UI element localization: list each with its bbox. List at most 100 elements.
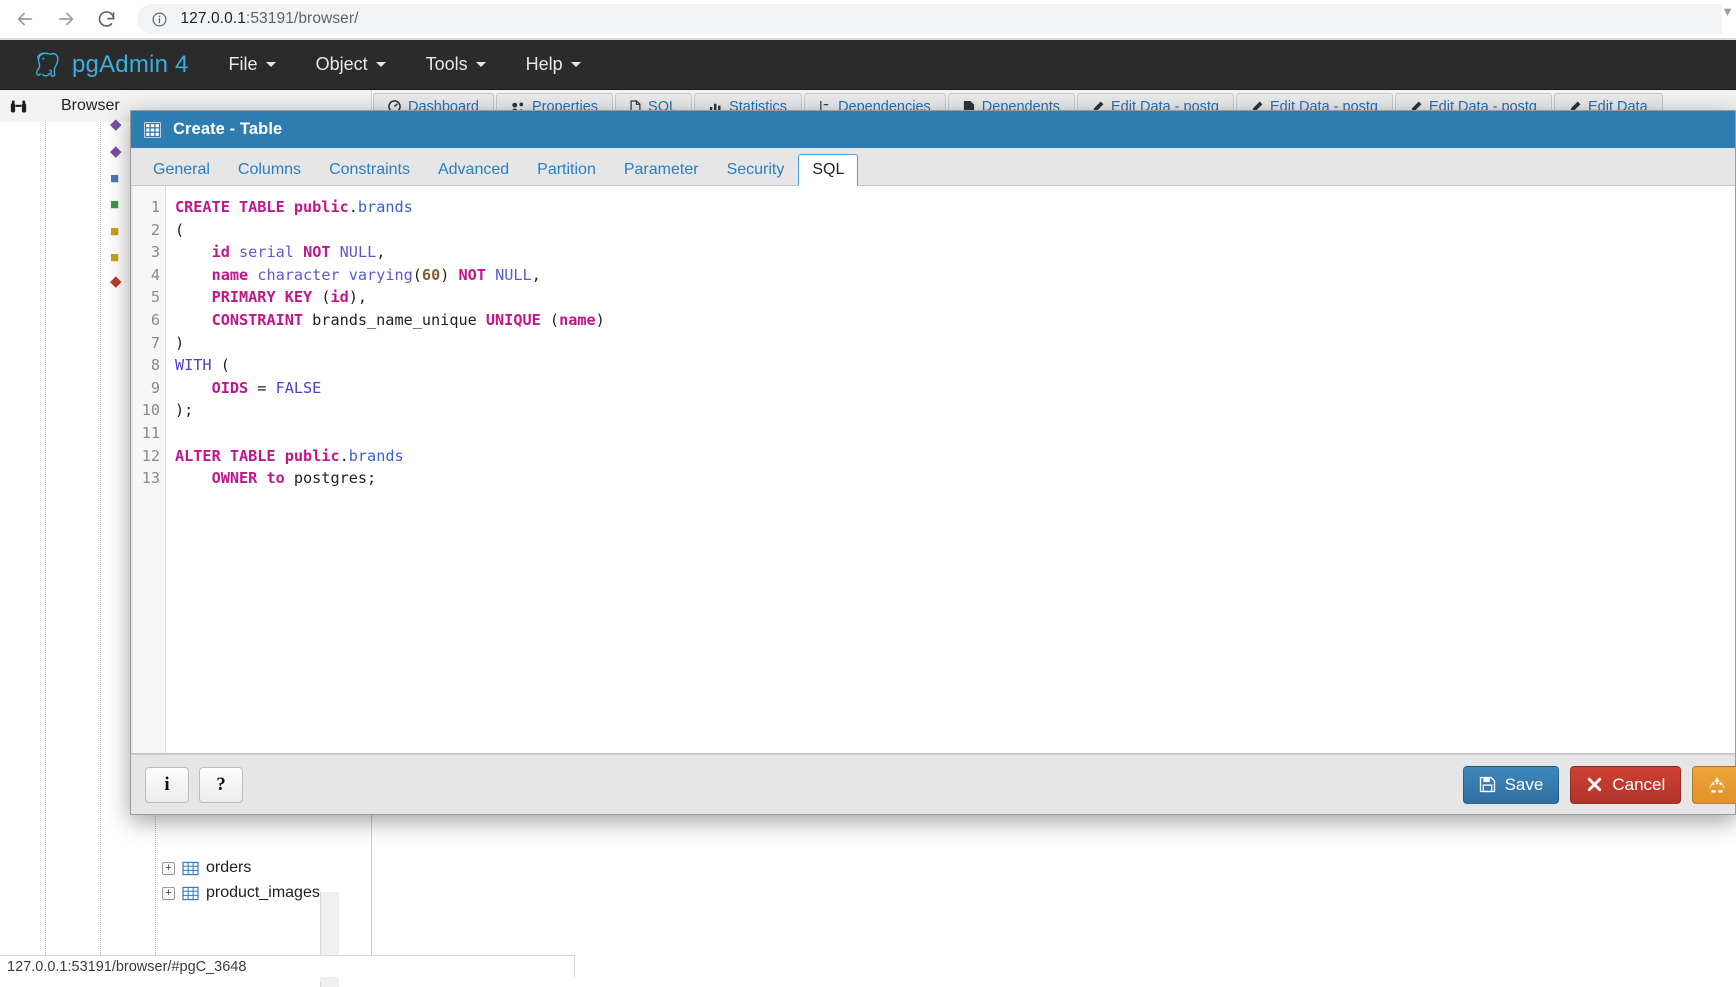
tab-columns[interactable]: Columns xyxy=(224,153,315,185)
cancel-button-label: Cancel xyxy=(1612,774,1666,794)
sql-line: OWNER to postgres; xyxy=(175,467,1735,490)
line-number: 4 xyxy=(150,265,160,284)
tree-node-icon: ■ xyxy=(110,196,120,213)
sql-code: CREATE TABLE public.brands( id serial NO… xyxy=(166,186,1735,753)
tab-label: Parameter xyxy=(623,160,699,178)
sql-token: ( xyxy=(312,288,331,307)
chrome-right-edge: ▼ xyxy=(1721,0,1736,38)
line-number: 9 xyxy=(150,378,160,397)
tab-general[interactable]: General xyxy=(139,153,224,185)
line-number-gutter: 1 2 3 4 5 6 7 8 9 10 11 12 13 xyxy=(131,186,166,753)
page-bottom-fill xyxy=(575,955,1736,977)
back-arrow-icon[interactable] xyxy=(8,2,41,36)
menu-file-label: File xyxy=(228,54,258,74)
tab-sql[interactable]: SQL xyxy=(798,154,859,186)
tree-node-icon: ■ xyxy=(110,170,120,187)
sql-token: brands_name_unique xyxy=(303,310,486,329)
tab-constraints[interactable]: Constraints xyxy=(315,153,424,185)
brand-area[interactable]: pgAdmin 4 xyxy=(32,51,189,79)
sql-token: ) xyxy=(440,265,459,284)
sql-token: name xyxy=(559,310,596,329)
tab-partition[interactable]: Partition xyxy=(523,153,610,185)
cancel-button[interactable]: Cancel xyxy=(1570,765,1682,804)
sql-token: brands xyxy=(348,446,404,465)
sql-token: brands xyxy=(357,198,413,216)
line-number: 11 xyxy=(141,423,160,442)
line-number: 10 xyxy=(141,401,160,420)
expander-icon[interactable]: + xyxy=(162,861,175,875)
info-button[interactable]: i xyxy=(145,766,189,803)
reload-icon[interactable] xyxy=(90,2,123,36)
recycle-icon xyxy=(1708,776,1726,794)
sql-token: ( xyxy=(211,356,230,375)
tree-node-icon: ◆ xyxy=(110,273,122,290)
sql-token: public xyxy=(284,446,340,465)
tab-parameter[interactable]: Parameter xyxy=(610,153,713,185)
sql-token: ALTER TABLE xyxy=(175,446,285,465)
chevron-down-icon xyxy=(265,62,276,67)
dialog-footer: i ? Save Cancel Re xyxy=(131,754,1736,814)
sql-line: WITH ( xyxy=(175,354,1735,377)
status-bar: 127.0.0.1:53191/browser/#pgC_3648 xyxy=(0,955,575,977)
tree-item-orders[interactable]: + orders xyxy=(162,859,251,877)
sql-token: OIDS xyxy=(211,378,249,397)
line-number: 6 xyxy=(150,310,160,329)
sql-token: UNIQUE xyxy=(485,310,541,329)
sql-token: postgres; xyxy=(284,469,377,488)
table-icon xyxy=(182,886,199,901)
sql-token: ) xyxy=(175,333,185,352)
pgadmin-navbar: pgAdmin 4 File Object Tools Help xyxy=(0,40,1736,90)
tab-security[interactable]: Security xyxy=(713,153,799,185)
info-button-label: i xyxy=(164,773,170,795)
tab-label: Security xyxy=(726,160,785,178)
sql-token: PRIMARY KEY xyxy=(211,288,313,307)
menu-file[interactable]: File xyxy=(229,54,276,75)
close-x-icon xyxy=(1586,776,1603,793)
chevron-down-icon xyxy=(375,62,386,67)
browser-chrome: 127.0.0.1:53191/browser/ ▼ xyxy=(0,0,1736,38)
save-button[interactable]: Save xyxy=(1462,765,1560,804)
chevron-down-icon xyxy=(475,62,486,67)
dialog-titlebar[interactable]: Create - Table xyxy=(131,111,1735,148)
reset-button[interactable]: Re xyxy=(1692,765,1736,804)
expander-icon[interactable]: + xyxy=(162,886,175,900)
sql-token: CONSTRAINT xyxy=(211,310,304,329)
info-circle-icon[interactable] xyxy=(151,11,168,28)
dialog-content: 1 2 3 4 5 6 7 8 9 10 11 12 13 CREATE TABLE public.br… xyxy=(131,186,1735,754)
sql-token: OWNER to xyxy=(211,469,285,488)
sql-preview-editor[interactable]: 1 2 3 4 5 6 7 8 9 10 11 12 13 CREATE TABLE public.br… xyxy=(131,186,1735,753)
menu-help[interactable]: Help xyxy=(526,54,581,75)
tab-label: Partition xyxy=(537,160,596,178)
help-button[interactable]: ? xyxy=(199,766,243,803)
line-number: 12 xyxy=(141,446,160,465)
table-icon xyxy=(182,861,199,876)
floppy-disk-icon xyxy=(1479,776,1496,793)
tab-advanced[interactable]: Advanced xyxy=(424,153,523,185)
binoculars-icon xyxy=(10,99,27,114)
sql-line: name character varying(60) NOT NULL, xyxy=(175,264,1735,287)
sql-line: ); xyxy=(175,399,1735,422)
line-number: 5 xyxy=(150,288,160,307)
tree-item-product-images[interactable]: + product_images xyxy=(162,884,320,902)
address-bar[interactable]: 127.0.0.1:53191/browser/ xyxy=(137,4,1736,34)
sql-token: , xyxy=(531,265,541,284)
sql-line: CONSTRAINT brands_name_unique UNIQUE (na… xyxy=(175,309,1735,332)
browser-panel-title: Browser xyxy=(61,97,120,114)
sql-token: NOT xyxy=(458,265,486,284)
sql-token: = xyxy=(248,378,276,397)
menu-tools[interactable]: Tools xyxy=(426,54,486,75)
menu-object[interactable]: Object xyxy=(316,54,386,75)
sql-line xyxy=(175,422,1735,445)
sql-token: CREATE TABLE xyxy=(175,198,294,216)
sql-token: . xyxy=(339,446,349,465)
sql-token: ), xyxy=(348,288,368,307)
line-number: 13 xyxy=(141,469,160,488)
brand-title: pgAdmin 4 xyxy=(72,50,189,78)
forward-arrow-icon[interactable] xyxy=(49,2,82,36)
